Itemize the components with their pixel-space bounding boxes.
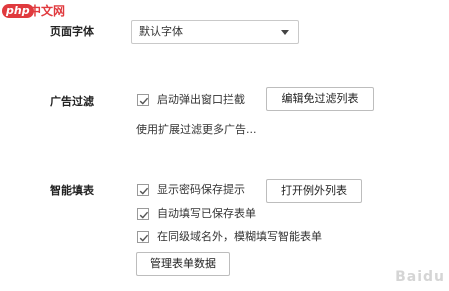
auto-fill-label: 自动填写已保存表单	[157, 207, 256, 220]
manage-form-data-button[interactable]: 管理表单数据	[136, 252, 230, 276]
page-font-select[interactable]: 默认字体	[131, 20, 299, 44]
popup-block-label: 启动弹出窗口拦截	[157, 93, 245, 106]
page-font-selected-value: 默认字体	[139, 25, 183, 38]
checkmark-icon	[139, 234, 149, 242]
show-password-prompt-checkbox[interactable]	[137, 184, 149, 196]
fuzzy-fill-label: 在同级域名外，模糊填写智能表单	[157, 230, 322, 243]
auto-fill-checkbox[interactable]	[137, 208, 149, 220]
corner-watermark: Baidu	[353, 247, 445, 287]
site-watermark-logo: php 中文网	[0, 0, 65, 22]
fuzzy-fill-checkbox[interactable]	[137, 231, 149, 243]
corner-watermark-text: Baidu	[395, 269, 445, 285]
smart-fill-label: 智能填表	[50, 184, 94, 197]
chevron-down-icon	[281, 30, 289, 35]
open-exceptions-button[interactable]: 打开例外列表	[266, 179, 362, 203]
checkmark-icon	[139, 211, 149, 219]
extension-filter-link[interactable]: 使用扩展过滤更多广告...	[136, 123, 257, 137]
edit-filter-whitelist-button[interactable]: 编辑免过滤列表	[266, 87, 374, 111]
popup-block-checkbox[interactable]	[137, 94, 149, 106]
checkmark-icon	[139, 97, 149, 105]
settings-page: php 中文网 页面字体 默认字体 广告过滤 启动弹出窗口拦截 编辑免过滤列表 …	[0, 0, 449, 291]
watermark-cn-text: 中文网	[29, 4, 66, 18]
show-password-prompt-label: 显示密码保存提示	[157, 183, 245, 196]
checkmark-icon	[139, 187, 149, 195]
ad-filter-label: 广告过滤	[50, 95, 94, 108]
page-font-label: 页面字体	[50, 25, 94, 38]
